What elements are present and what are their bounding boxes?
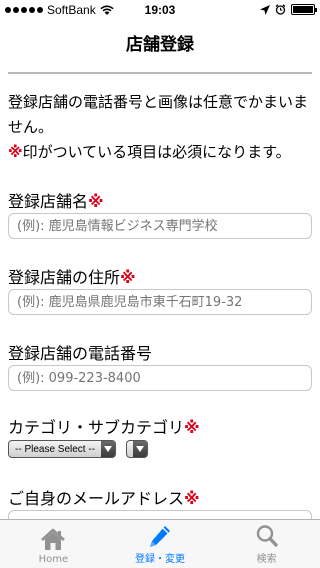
- phone-label: 登録店舗の電話番号: [8, 344, 153, 363]
- nav-bar: 店舗登録: [0, 20, 320, 64]
- search-icon: [256, 525, 278, 547]
- category-select[interactable]: -- Please Select --: [8, 440, 117, 458]
- tab-search[interactable]: 検索: [213, 520, 320, 568]
- required-note-text: 印がついている項目は必須になります。: [22, 143, 291, 161]
- tab-search-label: 検索: [256, 554, 277, 565]
- address-label-text: 登録店舗の住所: [8, 268, 121, 287]
- page-title: 店舗登録: [126, 34, 194, 55]
- required-mark: ※: [184, 489, 200, 508]
- chevron-down-icon: [101, 441, 116, 457]
- phone-input[interactable]: [8, 365, 312, 391]
- location-arrow-icon: [260, 4, 270, 15]
- email-label-text: ご自身のメールアドレス: [8, 489, 185, 508]
- required-mark: ※: [8, 143, 23, 161]
- required-mark: ※: [184, 418, 200, 437]
- address-label: 登録店舗の住所※: [8, 264, 136, 288]
- subcategory-select[interactable]: [126, 440, 149, 458]
- store-name-label-text: 登録店舗名: [8, 192, 89, 211]
- required-mark: ※: [120, 268, 136, 287]
- title-divider: [8, 72, 312, 74]
- category-label-text: カテゴリ・サブカテゴリ: [8, 418, 185, 437]
- tab-bar: Home 登録・変更 検索: [0, 519, 320, 568]
- tab-home[interactable]: Home: [0, 520, 107, 568]
- category-select-row: -- Please Select --: [8, 440, 149, 458]
- intro-text: 登録店舗の電話番号と画像は任意でかまいません。 ※印がついている項目は必須になり…: [8, 90, 312, 165]
- store-name-input[interactable]: [8, 213, 312, 239]
- chevron-down-icon: [133, 441, 148, 457]
- intro-line: 登録店舗の電話番号と画像は任意でかまいません。: [8, 93, 309, 136]
- required-note: ※印がついている項目は必須になります。: [8, 140, 312, 165]
- pencil-icon: [150, 526, 170, 547]
- category-label: カテゴリ・サブカテゴリ※: [8, 414, 200, 438]
- tab-home-label: Home: [38, 554, 69, 565]
- status-bar: SoftBank 19:03: [0, 0, 320, 20]
- category-select-value: -- Please Select --: [15, 444, 96, 455]
- tab-register-label: 登録・変更: [135, 554, 185, 565]
- alarm-clock-icon: [275, 4, 286, 15]
- store-name-label: 登録店舗名※: [8, 188, 104, 212]
- home-icon: [41, 528, 66, 550]
- email-label: ご自身のメールアドレス※: [8, 485, 200, 509]
- tab-register[interactable]: 登録・変更: [107, 520, 214, 568]
- required-mark: ※: [88, 192, 104, 211]
- battery-icon: [291, 4, 317, 15]
- address-input[interactable]: [8, 289, 312, 315]
